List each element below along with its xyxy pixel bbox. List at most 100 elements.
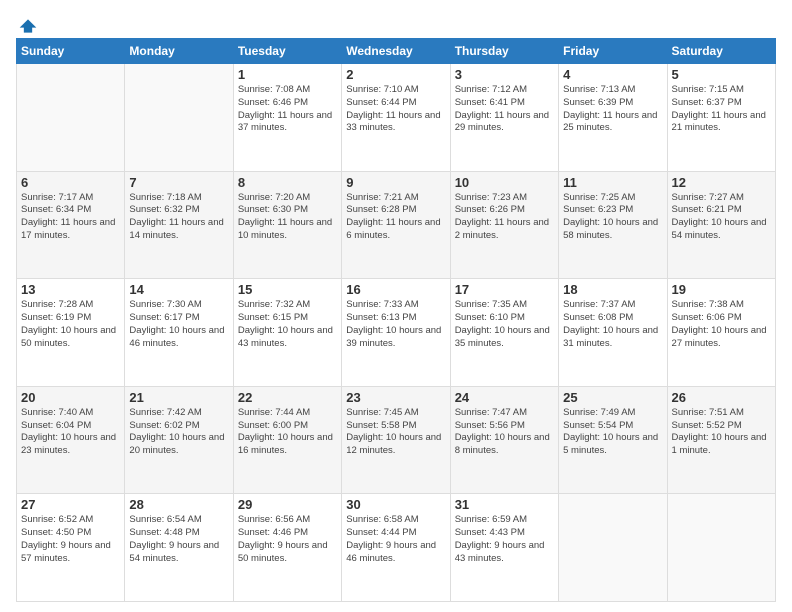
cell-info: Sunrise: 7:40 AMSunset: 6:04 PMDaylight:… <box>21 407 120 458</box>
week-row-0: 1 Sunrise: 7:08 AMSunset: 6:46 PMDaylight… <box>17 64 776 172</box>
cell-info: Sunrise: 7:44 AMSunset: 6:00 PMDaylight:… <box>238 407 337 458</box>
day-number: 20 <box>21 390 120 405</box>
cell-info: Sunrise: 7:25 AMSunset: 6:23 PMDaylight:… <box>563 192 662 243</box>
day-number: 18 <box>563 282 662 297</box>
cell-info: Sunrise: 7:13 AMSunset: 6:39 PMDaylight:… <box>563 84 662 135</box>
week-row-2: 13Sunrise: 7:28 AMSunset: 6:19 PMDayligh… <box>17 279 776 387</box>
day-number: 24 <box>455 390 554 405</box>
calendar-cell: 26Sunrise: 7:51 AMSunset: 5:52 PMDayligh… <box>667 386 775 494</box>
cell-info: Sunrise: 7:10 AMSunset: 6:44 PMDaylight:… <box>346 84 445 135</box>
header <box>16 16 776 32</box>
day-header-wednesday: Wednesday <box>342 39 450 64</box>
cell-info: Sunrise: 7:28 AMSunset: 6:19 PMDaylight:… <box>21 299 120 350</box>
calendar-cell: 2 Sunrise: 7:10 AMSunset: 6:44 PMDaylight… <box>342 64 450 172</box>
day-number: 31 <box>455 497 554 512</box>
calendar-cell: 29Sunrise: 6:56 AMSunset: 4:46 PMDayligh… <box>233 494 341 602</box>
calendar-table: SundayMondayTuesdayWednesdayThursdayFrid… <box>16 38 776 602</box>
day-number: 7 <box>129 175 228 190</box>
cell-info: Sunrise: 7:18 AMSunset: 6:32 PMDaylight:… <box>129 192 228 243</box>
calendar-cell: 5 Sunrise: 7:15 AMSunset: 6:37 PMDaylight… <box>667 64 775 172</box>
day-header-saturday: Saturday <box>667 39 775 64</box>
calendar-cell: 28Sunrise: 6:54 AMSunset: 4:48 PMDayligh… <box>125 494 233 602</box>
day-header-sunday: Sunday <box>17 39 125 64</box>
calendar-cell: 18 Sunrise: 7:37 AMSunset: 6:08 PMDayligh… <box>559 279 667 387</box>
calendar-cell: 22Sunrise: 7:44 AMSunset: 6:00 PMDayligh… <box>233 386 341 494</box>
calendar-cell: 13Sunrise: 7:28 AMSunset: 6:19 PMDayligh… <box>17 279 125 387</box>
cell-info: Sunrise: 6:58 AMSunset: 4:44 PMDaylight:… <box>346 514 445 565</box>
calendar-cell: 7 Sunrise: 7:18 AMSunset: 6:32 PMDaylight… <box>125 171 233 279</box>
calendar-cell: 1 Sunrise: 7:08 AMSunset: 6:46 PMDaylight… <box>233 64 341 172</box>
calendar-cell: 3 Sunrise: 7:12 AMSunset: 6:41 PMDaylight… <box>450 64 558 172</box>
page: SundayMondayTuesdayWednesdayThursdayFrid… <box>0 0 792 612</box>
cell-info: Sunrise: 7:37 AMSunset: 6:08 PMDaylight:… <box>563 299 662 350</box>
calendar-cell: 4 Sunrise: 7:13 AMSunset: 6:39 PMDaylight… <box>559 64 667 172</box>
day-number: 3 <box>455 67 554 82</box>
calendar-cell <box>559 494 667 602</box>
day-number: 30 <box>346 497 445 512</box>
day-number: 21 <box>129 390 228 405</box>
day-header-thursday: Thursday <box>450 39 558 64</box>
day-header-monday: Monday <box>125 39 233 64</box>
cell-info: Sunrise: 7:15 AMSunset: 6:37 PMDaylight:… <box>672 84 771 135</box>
cell-info: Sunrise: 7:33 AMSunset: 6:13 PMDaylight:… <box>346 299 445 350</box>
cell-info: Sunrise: 7:45 AMSunset: 5:58 PMDaylight:… <box>346 407 445 458</box>
week-row-4: 27Sunrise: 6:52 AMSunset: 4:50 PMDayligh… <box>17 494 776 602</box>
cell-info: Sunrise: 7:47 AMSunset: 5:56 PMDaylight:… <box>455 407 554 458</box>
calendar-cell: 16 Sunrise: 7:33 AMSunset: 6:13 PMDayligh… <box>342 279 450 387</box>
calendar-header-row: SundayMondayTuesdayWednesdayThursdayFrid… <box>17 39 776 64</box>
week-row-1: 6Sunrise: 7:17 AMSunset: 6:34 PMDaylight… <box>17 171 776 279</box>
day-number: 25 <box>563 390 662 405</box>
calendar-cell <box>667 494 775 602</box>
cell-info: Sunrise: 7:38 AMSunset: 6:06 PMDaylight:… <box>672 299 771 350</box>
week-row-3: 20 Sunrise: 7:40 AMSunset: 6:04 PMDayligh… <box>17 386 776 494</box>
day-number: 9 <box>346 175 445 190</box>
calendar-cell: 10 Sunrise: 7:23 AMSunset: 6:26 PMDayligh… <box>450 171 558 279</box>
cell-info: Sunrise: 6:54 AMSunset: 4:48 PMDaylight:… <box>129 514 228 565</box>
logo-icon <box>18 16 38 36</box>
calendar-cell: 27Sunrise: 6:52 AMSunset: 4:50 PMDayligh… <box>17 494 125 602</box>
cell-info: Sunrise: 6:59 AMSunset: 4:43 PMDaylight:… <box>455 514 554 565</box>
cell-info: Sunrise: 7:49 AMSunset: 5:54 PMDaylight:… <box>563 407 662 458</box>
calendar-cell: 24 Sunrise: 7:47 AMSunset: 5:56 PMDayligh… <box>450 386 558 494</box>
calendar-cell: 6Sunrise: 7:17 AMSunset: 6:34 PMDaylight… <box>17 171 125 279</box>
cell-info: Sunrise: 7:27 AMSunset: 6:21 PMDaylight:… <box>672 192 771 243</box>
calendar-cell: 8 Sunrise: 7:20 AMSunset: 6:30 PMDaylight… <box>233 171 341 279</box>
day-number: 2 <box>346 67 445 82</box>
cell-info: Sunrise: 7:30 AMSunset: 6:17 PMDaylight:… <box>129 299 228 350</box>
calendar-cell: 19Sunrise: 7:38 AMSunset: 6:06 PMDayligh… <box>667 279 775 387</box>
cell-info: Sunrise: 7:08 AMSunset: 6:46 PMDaylight:… <box>238 84 337 135</box>
calendar-cell: 31 Sunrise: 6:59 AMSunset: 4:43 PMDayligh… <box>450 494 558 602</box>
day-number: 8 <box>238 175 337 190</box>
calendar-cell: 17 Sunrise: 7:35 AMSunset: 6:10 PMDayligh… <box>450 279 558 387</box>
calendar-cell <box>17 64 125 172</box>
cell-info: Sunrise: 7:17 AMSunset: 6:34 PMDaylight:… <box>21 192 120 243</box>
cell-info: Sunrise: 7:51 AMSunset: 5:52 PMDaylight:… <box>672 407 771 458</box>
day-number: 4 <box>563 67 662 82</box>
cell-info: Sunrise: 7:42 AMSunset: 6:02 PMDaylight:… <box>129 407 228 458</box>
calendar-cell: 20 Sunrise: 7:40 AMSunset: 6:04 PMDayligh… <box>17 386 125 494</box>
cell-info: Sunrise: 6:52 AMSunset: 4:50 PMDaylight:… <box>21 514 120 565</box>
day-number: 16 <box>346 282 445 297</box>
cell-info: Sunrise: 7:20 AMSunset: 6:30 PMDaylight:… <box>238 192 337 243</box>
calendar-cell: 30 Sunrise: 6:58 AMSunset: 4:44 PMDayligh… <box>342 494 450 602</box>
day-number: 10 <box>455 175 554 190</box>
day-number: 5 <box>672 67 771 82</box>
cell-info: Sunrise: 6:56 AMSunset: 4:46 PMDaylight:… <box>238 514 337 565</box>
calendar-cell: 23 Sunrise: 7:45 AMSunset: 5:58 PMDayligh… <box>342 386 450 494</box>
day-number: 1 <box>238 67 337 82</box>
day-header-friday: Friday <box>559 39 667 64</box>
day-number: 15 <box>238 282 337 297</box>
cell-info: Sunrise: 7:35 AMSunset: 6:10 PMDaylight:… <box>455 299 554 350</box>
cell-info: Sunrise: 7:21 AMSunset: 6:28 PMDaylight:… <box>346 192 445 243</box>
calendar-cell: 12Sunrise: 7:27 AMSunset: 6:21 PMDayligh… <box>667 171 775 279</box>
calendar-cell: 25 Sunrise: 7:49 AMSunset: 5:54 PMDayligh… <box>559 386 667 494</box>
day-number: 23 <box>346 390 445 405</box>
day-number: 17 <box>455 282 554 297</box>
cell-info: Sunrise: 7:23 AMSunset: 6:26 PMDaylight:… <box>455 192 554 243</box>
day-number: 11 <box>563 175 662 190</box>
cell-info: Sunrise: 7:32 AMSunset: 6:15 PMDaylight:… <box>238 299 337 350</box>
logo <box>16 16 38 32</box>
calendar-cell: 11 Sunrise: 7:25 AMSunset: 6:23 PMDayligh… <box>559 171 667 279</box>
calendar-cell: 14Sunrise: 7:30 AMSunset: 6:17 PMDayligh… <box>125 279 233 387</box>
cell-info: Sunrise: 7:12 AMSunset: 6:41 PMDaylight:… <box>455 84 554 135</box>
